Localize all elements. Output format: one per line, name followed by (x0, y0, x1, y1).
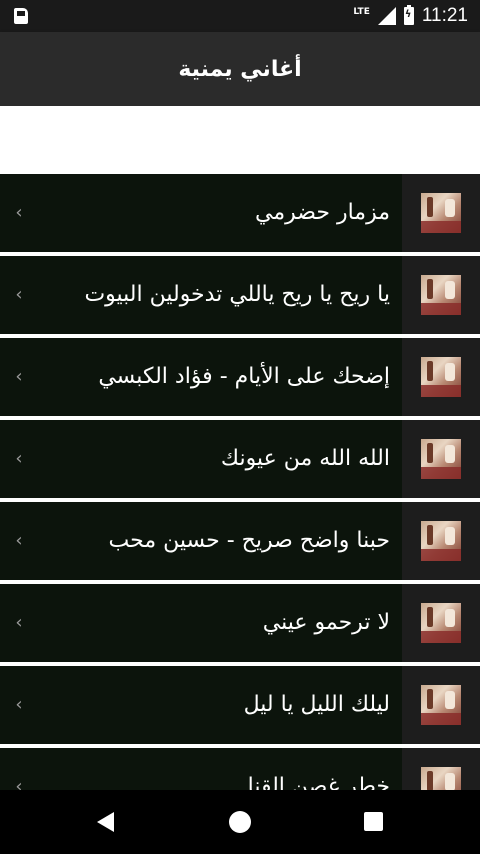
status-icons: LTE ϟ 11:21 (353, 0, 468, 32)
thumbnail-column (402, 748, 480, 790)
chevron-left-icon: ‹ (15, 776, 23, 791)
home-icon[interactable] (229, 811, 251, 833)
list-item[interactable]: ‹ إضحك على الأيام - فؤاد الكبسي (0, 338, 480, 416)
list-item[interactable]: ‹ لا ترحمو عيني (0, 584, 480, 662)
list-item[interactable]: ‹ مزمار حضرمي (0, 174, 480, 252)
thumbnail-column (402, 174, 480, 252)
page-title: أغاني يمنية (178, 56, 302, 82)
song-thumbnail (421, 275, 461, 315)
app-bar: أغاني يمنية (0, 32, 480, 106)
chevron-left-icon: ‹ (15, 366, 23, 387)
sim-card-icon (14, 8, 28, 24)
chevron-left-icon: ‹ (15, 694, 23, 715)
thumbnail-column (402, 666, 480, 744)
song-thumbnail (421, 439, 461, 479)
thumbnail-column (402, 338, 480, 416)
song-title: إضحك على الأيام - فؤاد الكبسي (98, 364, 390, 389)
song-thumbnail (421, 193, 461, 233)
song-thumbnail (421, 521, 461, 561)
chevron-left-icon: ‹ (15, 284, 23, 305)
list-item[interactable]: ‹ ليلك الليل يا ليل (0, 666, 480, 744)
song-title: مزمار حضرمي (255, 200, 390, 225)
navigation-bar (0, 790, 480, 854)
song-thumbnail (421, 685, 461, 725)
chevron-left-icon: ‹ (15, 612, 23, 633)
thumbnail-column (402, 584, 480, 662)
banner-area (0, 106, 480, 174)
song-title: لا ترحمو عيني (262, 610, 390, 635)
list-item[interactable]: ‹ حبنا واضح صريح - حسين محب (0, 502, 480, 580)
signal-icon (377, 7, 396, 25)
list-item[interactable]: ‹ يا ريح يا ريح ياللي تدخولين البيوت (0, 256, 480, 334)
battery-charging-icon: ϟ (403, 5, 414, 25)
song-thumbnail (421, 603, 461, 643)
chevron-left-icon: ‹ (15, 530, 23, 551)
chevron-left-icon: ‹ (15, 202, 23, 223)
song-title: الله الله من عيونك (220, 446, 390, 471)
chevron-left-icon: ‹ (15, 448, 23, 469)
song-title: حبنا واضح صريح - حسين محب (108, 528, 390, 553)
network-type: LTE (353, 7, 370, 17)
clock: 11:21 (421, 5, 468, 26)
song-thumbnail (421, 357, 461, 397)
song-thumbnail (421, 767, 461, 790)
thumbnail-column (402, 420, 480, 498)
song-title: ليلك الليل يا ليل (243, 692, 390, 717)
thumbnail-column (402, 256, 480, 334)
recent-apps-icon[interactable] (364, 812, 383, 831)
song-title: خطر غصن القنا (247, 774, 390, 790)
list-item[interactable]: ‹ خطر غصن القنا (0, 748, 480, 790)
song-title: يا ريح يا ريح ياللي تدخولين البيوت (84, 282, 390, 307)
list-item[interactable]: ‹ الله الله من عيونك (0, 420, 480, 498)
status-bar: LTE ϟ 11:21 (0, 0, 480, 32)
back-icon[interactable] (97, 812, 114, 832)
thumbnail-column (402, 502, 480, 580)
song-list: ‹ مزمار حضرمي ‹ يا ريح يا ريح ياللي تدخو… (0, 174, 480, 790)
